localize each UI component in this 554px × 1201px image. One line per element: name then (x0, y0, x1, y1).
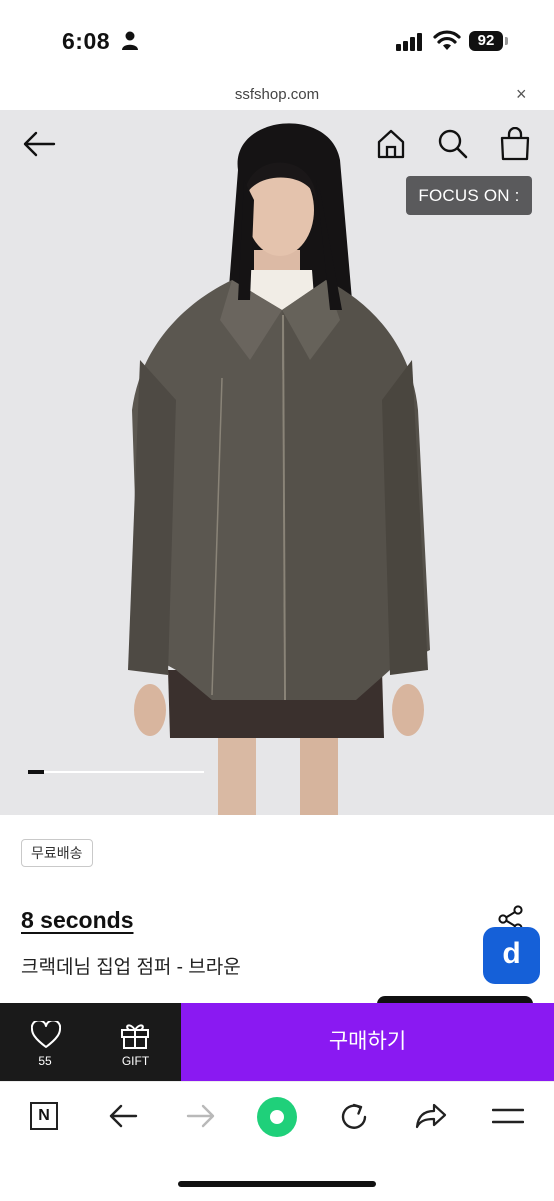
back-arrow-icon[interactable] (22, 130, 56, 158)
naver-n-button[interactable]: N (30, 1102, 58, 1130)
gift-button[interactable]: GIFT (90, 1003, 181, 1081)
wishlist-count: 55 (38, 1054, 52, 1068)
wifi-icon (433, 30, 461, 50)
d-floating-button[interactable]: d (483, 927, 540, 984)
person-icon (122, 31, 138, 50)
gift-label: GIFT (121, 1054, 150, 1068)
url-bar[interactable]: ssfshop.com × (0, 80, 554, 110)
free-shipping-badge: 무료배송 (21, 839, 93, 867)
cellular-signal-icon (396, 33, 422, 51)
home-icon[interactable] (375, 128, 407, 160)
green-record-icon[interactable] (256, 1096, 298, 1138)
buy-button[interactable]: 구매하기 (181, 1003, 554, 1081)
purchase-bar: 55 GIFT 구매하기 (0, 1003, 554, 1081)
focus-on-badge[interactable]: FOCUS ON : (406, 176, 532, 215)
gallery-progress-fill (28, 770, 44, 774)
reload-icon[interactable] (339, 1102, 369, 1132)
heart-icon (31, 1021, 61, 1048)
back-icon[interactable] (108, 1102, 138, 1130)
gift-icon (121, 1024, 149, 1049)
search-icon[interactable] (437, 128, 469, 160)
status-bar: 6:08 92 (0, 0, 554, 80)
gallery-progress-track (28, 771, 204, 773)
forward-icon[interactable] (186, 1102, 216, 1130)
wishlist-button[interactable]: 55 (0, 1003, 90, 1081)
shopping-bag-icon[interactable] (499, 127, 531, 161)
share-arrow-icon[interactable] (415, 1102, 447, 1130)
status-time: 6:08 (62, 28, 111, 54)
battery-tip (505, 37, 508, 45)
close-icon[interactable]: × (516, 84, 527, 105)
brand-link[interactable]: 8 seconds (21, 907, 134, 934)
product-name: 크랙데님 집업 점퍼 - 브라운 (21, 957, 241, 978)
product-photo (0, 110, 554, 815)
battery-indicator: 92 (469, 31, 503, 51)
url-domain[interactable]: ssfshop.com (0, 86, 554, 103)
product-image-gallery[interactable]: FOCUS ON : (0, 110, 554, 815)
menu-icon[interactable] (492, 1107, 524, 1125)
home-indicator (178, 1181, 376, 1187)
